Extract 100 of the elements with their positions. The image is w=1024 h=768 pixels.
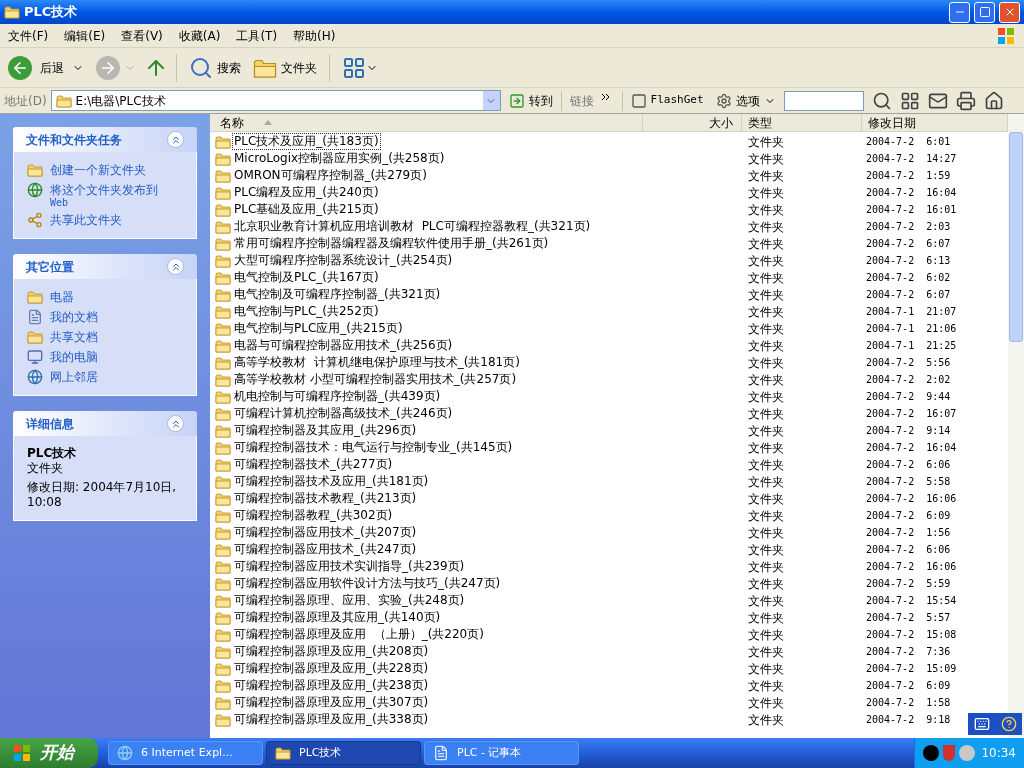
file-name[interactable]: PLC编程及应用_(共240页) <box>232 184 381 201</box>
file-name[interactable]: 可编程控制器原理及应用 （上册）_(共220页) <box>232 626 486 643</box>
minimize-button[interactable] <box>949 1 970 23</box>
file-name[interactable]: 电气控制及可编程序控制器_(共321页) <box>232 286 443 303</box>
task-link[interactable]: 将这个文件夹发布到 <box>50 182 158 198</box>
file-name[interactable]: 可编程控制器技术教程_(共213页) <box>232 490 419 507</box>
file-name[interactable]: 可编程控制器应用技术_(共207页) <box>232 524 419 541</box>
menu-item[interactable]: 查看(V) <box>113 26 171 45</box>
file-type: 文件夹 <box>747 626 785 644</box>
file-name[interactable]: 电器与可编程控制器应用技术_(共256页) <box>232 337 455 354</box>
menu-item[interactable]: 文件(F) <box>0 26 57 45</box>
collapse-icon[interactable] <box>167 258 184 275</box>
folder-icon <box>215 694 231 711</box>
file-name[interactable]: 电气控制及PLC_(共167页) <box>232 269 381 286</box>
file-name[interactable]: PLC技术及应用_(共183页) <box>232 133 381 150</box>
task-link[interactable]: 共享文档 <box>50 329 98 345</box>
keyboard-icon[interactable] <box>973 716 990 732</box>
file-name[interactable]: 机电控制与可编程序控制器_(共439页) <box>232 388 443 405</box>
flashget-button[interactable]: FlashGet <box>626 92 708 109</box>
home-icon[interactable] <box>983 90 1004 111</box>
help-icon[interactable] <box>1000 716 1017 732</box>
file-name[interactable]: 可编程控制器教程_(共302页) <box>232 507 395 524</box>
folder-icon <box>215 269 231 286</box>
file-name[interactable]: 高等学校教材 小型可编程控制器实用技术_(共257页) <box>232 371 519 388</box>
file-name[interactable]: 可编程控制器应用技术_(共247页) <box>232 541 419 558</box>
modified-date: 2004-7-1 21:06 <box>866 322 957 336</box>
folders-button[interactable]: 文件夹 <box>249 51 321 84</box>
file-name[interactable]: 可编程控制器应用软件设计方法与技巧_(共247页) <box>232 575 503 592</box>
address-field[interactable]: E:\电器\PLC技术 <box>50 90 501 111</box>
menu-item[interactable]: 帮助(H) <box>285 26 344 45</box>
file-name[interactable]: 电气控制与PLC_(共252页) <box>232 303 381 320</box>
search-icon[interactable] <box>871 90 892 111</box>
task-link[interactable]: 电器 <box>50 289 74 305</box>
task-link[interactable]: Web <box>50 198 158 208</box>
file-type: 文件夹 <box>747 558 785 576</box>
panel-header[interactable]: 其它位置 <box>13 254 197 279</box>
maximize-button[interactable] <box>974 1 995 23</box>
file-name[interactable]: 北京职业教育计算机应用培训教材 PLC可编程控器教程_(共321页) <box>232 218 593 235</box>
options-button[interactable]: 选项 <box>711 91 780 110</box>
task-link[interactable]: 我的文档 <box>50 309 98 325</box>
file-name[interactable]: OMRON可编程序控制器_(共279页) <box>232 167 429 184</box>
file-name[interactable]: 可编程控制器原理及应用_(共307页) <box>232 694 431 711</box>
menu-item[interactable]: 工具(T) <box>228 26 286 45</box>
links-label[interactable]: 链接 <box>565 91 598 110</box>
file-name[interactable]: 可编程控制器技术：电气运行与控制专业_(共145页) <box>232 439 515 456</box>
collapse-icon[interactable] <box>167 415 184 432</box>
start-button[interactable]: 开始 <box>0 738 98 768</box>
file-name[interactable]: 可编程控制器原理及应用_(共338页) <box>232 711 431 728</box>
column-header[interactable]: 大小 <box>643 114 742 131</box>
taskbar-button[interactable]: PLC技术 <box>266 741 421 765</box>
menu-item[interactable]: 编辑(E) <box>56 26 114 45</box>
chevron-icon[interactable] <box>601 94 610 100</box>
search-button[interactable]: 搜索 <box>185 51 245 84</box>
file-name[interactable]: 可编程控制器原理及应用_(共238页) <box>232 677 431 694</box>
scrollbar[interactable] <box>1008 114 1024 738</box>
menu-item[interactable]: 收藏(A) <box>170 26 229 45</box>
folder-icon <box>215 201 231 218</box>
column-header[interactable]: 名称 <box>210 114 643 131</box>
file-name[interactable]: 可编程控制器应用技术实训指导_(共239页) <box>232 558 467 575</box>
file-name[interactable]: 可编程控制器原理、应用、实验_(共248页) <box>232 592 467 609</box>
panel-header[interactable]: 文件和文件夹任务 <box>13 127 197 152</box>
file-name[interactable]: 可编程控制器技术_(共277页) <box>232 456 395 473</box>
task-link[interactable]: 我的电脑 <box>50 349 98 365</box>
file-type: 文件夹 <box>747 456 785 474</box>
folder-icon <box>215 337 231 354</box>
file-name[interactable]: MicroLogix控制器应用实例_(共258页) <box>232 150 447 167</box>
file-name[interactable]: 可编程控制器原理及其应用_(共140页) <box>232 609 443 626</box>
folder-icon <box>215 439 231 456</box>
modified-date: 2004-7-2 9:44 <box>866 390 951 404</box>
sort-icon <box>264 120 272 125</box>
file-name[interactable]: 常用可编程序控制器编程器及编程软件使用手册_(共261页) <box>232 235 551 252</box>
file-name[interactable]: 高等学校教材 计算机继电保护原理与技术_(共181页) <box>232 354 522 371</box>
file-name[interactable]: 可编程控制器及其应用_(共296页) <box>232 422 419 439</box>
task-link[interactable]: 共享此文件夹 <box>50 212 122 228</box>
search-field[interactable] <box>783 90 864 111</box>
taskbar-button[interactable]: 6 Internet Expl... <box>108 741 263 765</box>
document-icon <box>27 309 43 325</box>
task-link[interactable]: 网上邻居 <box>50 369 98 385</box>
modified-date: 2004-7-2 6:07 <box>866 288 951 302</box>
panel-header[interactable]: 详细信息 <box>13 411 197 436</box>
back-button[interactable]: 后退 <box>4 51 88 84</box>
modified-date: 2004-7-2 15:54 <box>866 594 957 608</box>
file-name[interactable]: 可编程控制器原理及应用_(共228页) <box>232 660 431 677</box>
file-name[interactable]: 可编程控制器原理及应用_(共208页) <box>232 643 431 660</box>
file-name[interactable]: PLC基础及应用_(共215页) <box>232 201 381 218</box>
file-type: 文件夹 <box>747 507 785 525</box>
file-name[interactable]: 电气控制与PLC应用_(共215页) <box>232 320 405 337</box>
go-button[interactable]: 转到 <box>504 91 557 110</box>
file-name[interactable]: 大型可编程序控制器系统设计_(共254页) <box>232 252 455 269</box>
file-name[interactable]: 可编程计算机控制器高级技术_(共246页) <box>232 405 455 422</box>
column-header[interactable]: 类型 <box>742 114 862 131</box>
modified-date: 2004-7-2 2:02 <box>866 373 951 387</box>
close-button[interactable] <box>999 1 1020 23</box>
grid-icon[interactable] <box>899 90 920 111</box>
collapse-icon[interactable] <box>167 131 184 148</box>
task-link[interactable]: 创建一个新文件夹 <box>50 162 146 178</box>
folder-icon <box>215 235 231 252</box>
taskbar-button[interactable]: PLC - 记事本 <box>424 741 579 765</box>
printer-icon[interactable] <box>955 90 976 111</box>
file-name[interactable]: 可编程控制器技术及应用_(共181页) <box>232 473 431 490</box>
